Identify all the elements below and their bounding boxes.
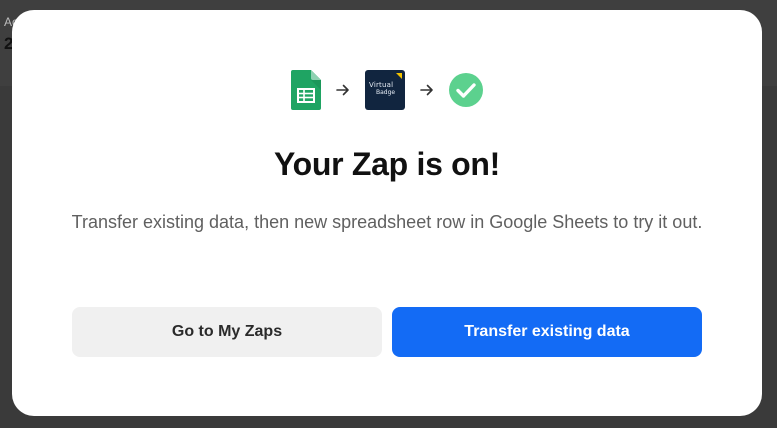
- check-circle-icon: [449, 73, 483, 107]
- transfer-existing-data-button[interactable]: Transfer existing data: [392, 307, 702, 357]
- spark-icon: [396, 73, 402, 79]
- arrow-right-icon: [335, 82, 351, 98]
- modal-title: Your Zap is on!: [273, 146, 501, 182]
- arrow-right-icon: [419, 82, 435, 98]
- modal-description: Transfer existing data, then new spreads…: [71, 212, 703, 232]
- logo-text-badge: Badge: [376, 89, 396, 96]
- zap-flow-icons: Virtual Badge: [12, 69, 762, 111]
- go-to-my-zaps-button[interactable]: Go to My Zaps: [72, 307, 382, 357]
- virtual-badge-logo: Virtual Badge: [365, 70, 405, 110]
- zap-on-modal: Virtual Badge Your Zap is on! Transfer e…: [12, 10, 762, 416]
- logo-text-virtual: Virtual: [369, 81, 394, 89]
- google-sheets-icon: [291, 70, 321, 110]
